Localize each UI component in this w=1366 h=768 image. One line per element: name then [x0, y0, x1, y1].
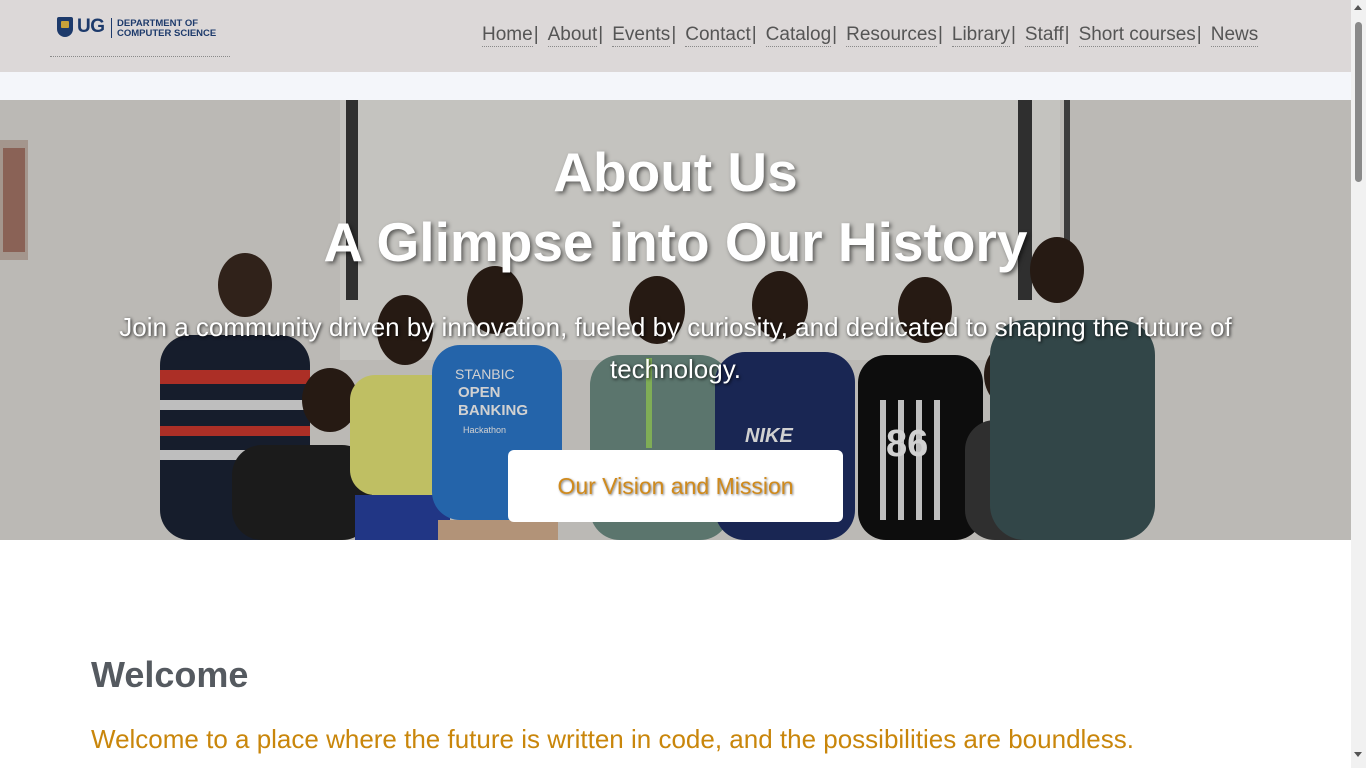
nav-link-contact[interactable]: Contact	[685, 24, 751, 47]
nav-separator: |	[1010, 24, 1016, 45]
nav-link-staff[interactable]: Staff	[1024, 24, 1064, 47]
nav-item-events: Events |	[612, 24, 685, 47]
nav-separator: |	[751, 24, 757, 45]
nav-separator: |	[832, 24, 838, 45]
nav-link-about[interactable]: About	[547, 24, 598, 47]
nav-link-library[interactable]: Library	[951, 24, 1010, 47]
department-logo[interactable]: UG DEPARTMENT OF COMPUTER SCIENCE	[50, 10, 230, 57]
nav-separator: |	[1196, 24, 1202, 45]
crest-icon	[57, 17, 73, 37]
logo-department-text: DEPARTMENT OF COMPUTER SCIENCE	[117, 19, 227, 39]
nav-separator: |	[671, 24, 677, 45]
nav-separator: |	[1064, 24, 1070, 45]
nav-link-home[interactable]: Home	[482, 24, 533, 47]
scrollbar-thumb[interactable]	[1355, 22, 1362, 182]
vision-mission-button[interactable]: Our Vision and Mission	[508, 450, 843, 522]
header-spacer-strip	[0, 72, 1351, 100]
nav-item-contact: Contact |	[685, 24, 765, 47]
nav-link-short-courses[interactable]: Short courses	[1078, 24, 1196, 47]
nav-separator: |	[598, 24, 604, 45]
welcome-heading: Welcome	[91, 654, 249, 695]
hero-banner: STANBIC OPEN BANKING Hackathon NIKE 86 A…	[0, 100, 1351, 540]
nav-separator: |	[937, 24, 943, 45]
main-navigation: Home | About | Events | Contact | Catalog | R…	[482, 24, 1259, 48]
hero-title-about-us: About Us	[553, 141, 798, 203]
scroll-up-arrow-icon[interactable]	[1354, 5, 1362, 10]
logo-ug-text: UG	[77, 16, 105, 37]
welcome-tagline: Welcome to a place where the future is w…	[91, 724, 1134, 754]
nav-link-news[interactable]: News	[1210, 24, 1259, 47]
nav-item-news: News	[1210, 24, 1259, 47]
nav-item-resources: Resources |	[846, 24, 952, 47]
nav-link-resources[interactable]: Resources	[846, 24, 937, 47]
site-header: UG DEPARTMENT OF COMPUTER SCIENCE Home | …	[0, 0, 1351, 72]
nav-item-library: Library |	[951, 24, 1025, 47]
nav-link-catalog[interactable]: Catalog	[765, 24, 832, 47]
scroll-down-arrow-icon[interactable]	[1354, 752, 1362, 757]
logo-divider	[111, 18, 112, 38]
hero-subtitle: Join a community driven by innovation, f…	[119, 312, 1232, 384]
nav-item-about: About |	[547, 24, 613, 47]
nav-link-events[interactable]: Events	[612, 24, 671, 47]
nav-item-home: Home |	[482, 24, 548, 47]
nav-separator: |	[533, 24, 539, 45]
logo-line-2: COMPUTER SCIENCE	[117, 28, 217, 39]
nav-item-short-courses: Short courses |	[1078, 24, 1211, 47]
page-scrollbar[interactable]	[1351, 0, 1366, 768]
hero-title-history: A Glimpse into Our History	[323, 211, 1028, 273]
nav-item-catalog: Catalog |	[765, 24, 846, 47]
nav-item-staff: Staff |	[1024, 24, 1079, 47]
